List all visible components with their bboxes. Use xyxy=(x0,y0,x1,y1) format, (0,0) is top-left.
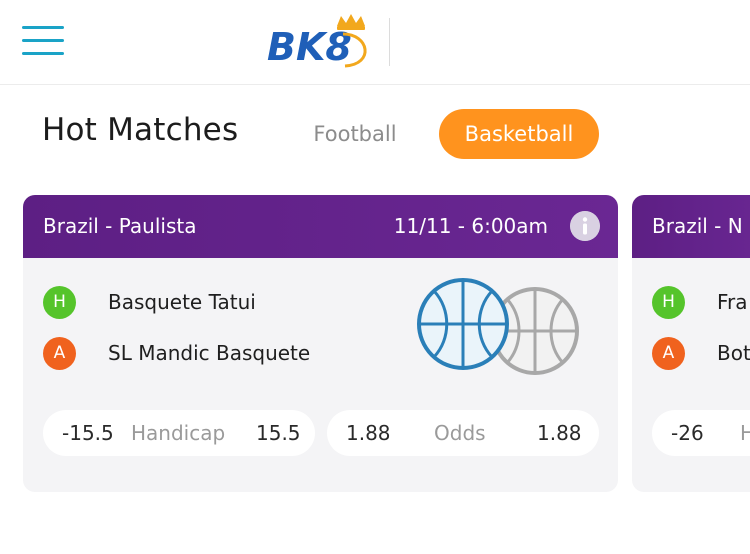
match-card-header: Brazil - Paulista 11/11 - 6:00am xyxy=(23,195,618,258)
menu-line xyxy=(22,52,64,55)
away-badge: A xyxy=(652,336,685,370)
home-team-name: Basquete Tatui xyxy=(108,290,256,314)
logo-text: BK8 xyxy=(267,25,352,69)
section-title: Hot Matches xyxy=(42,112,239,148)
info-icon[interactable] xyxy=(570,211,600,241)
handicap-label: Handicap xyxy=(131,421,226,445)
menu-line xyxy=(22,39,64,42)
handicap-home-value: -15.5 xyxy=(62,421,114,445)
odds-label: Odds xyxy=(434,421,486,445)
home-team-row: H Basquete Tatui xyxy=(43,285,256,319)
league-name: Brazil - N xyxy=(652,214,743,238)
top-header: BK8 xyxy=(0,0,750,85)
match-card[interactable]: Brazil - N H Fra A Bot -26 H xyxy=(632,195,750,492)
handicap-label: H xyxy=(740,421,750,445)
match-card-header: Brazil - N xyxy=(632,195,750,258)
away-badge: A xyxy=(43,336,76,370)
match-time: 11/11 - 6:00am xyxy=(393,214,548,238)
away-team-name: SL Mandic Basquete xyxy=(108,341,311,365)
home-badge: H xyxy=(43,285,76,319)
league-name: Brazil - Paulista xyxy=(43,214,197,238)
odds-home-value: 1.88 xyxy=(346,421,391,445)
handicap-pill[interactable]: -15.5 Handicap 15.5 xyxy=(43,410,315,456)
home-badge: H xyxy=(652,285,685,319)
tab-football[interactable]: Football xyxy=(296,109,414,159)
home-team-name: Fra xyxy=(717,290,748,314)
match-card[interactable]: Brazil - Paulista 11/11 - 6:00am H Basqu… xyxy=(23,195,618,492)
away-team-name: Bot xyxy=(717,341,750,365)
away-team-row: A Bot xyxy=(652,336,750,370)
odds-pill[interactable]: 1.88 Odds 1.88 xyxy=(327,410,599,456)
handicap-away-value: 15.5 xyxy=(256,421,301,445)
basketball-icon xyxy=(417,278,579,375)
hamburger-menu-icon[interactable] xyxy=(22,26,64,56)
odds-away-value: 1.88 xyxy=(537,421,582,445)
away-team-row: A SL Mandic Basquete xyxy=(43,336,310,370)
bk8-logo[interactable]: BK8 xyxy=(265,12,377,72)
home-team-row: H Fra xyxy=(652,285,748,319)
menu-line xyxy=(22,26,64,29)
handicap-pill[interactable]: -26 H xyxy=(652,410,750,456)
handicap-home-value: -26 xyxy=(671,421,704,445)
blue-basketball-icon xyxy=(417,278,509,370)
tab-basketball[interactable]: Basketball xyxy=(439,109,599,159)
header-divider xyxy=(389,18,390,66)
